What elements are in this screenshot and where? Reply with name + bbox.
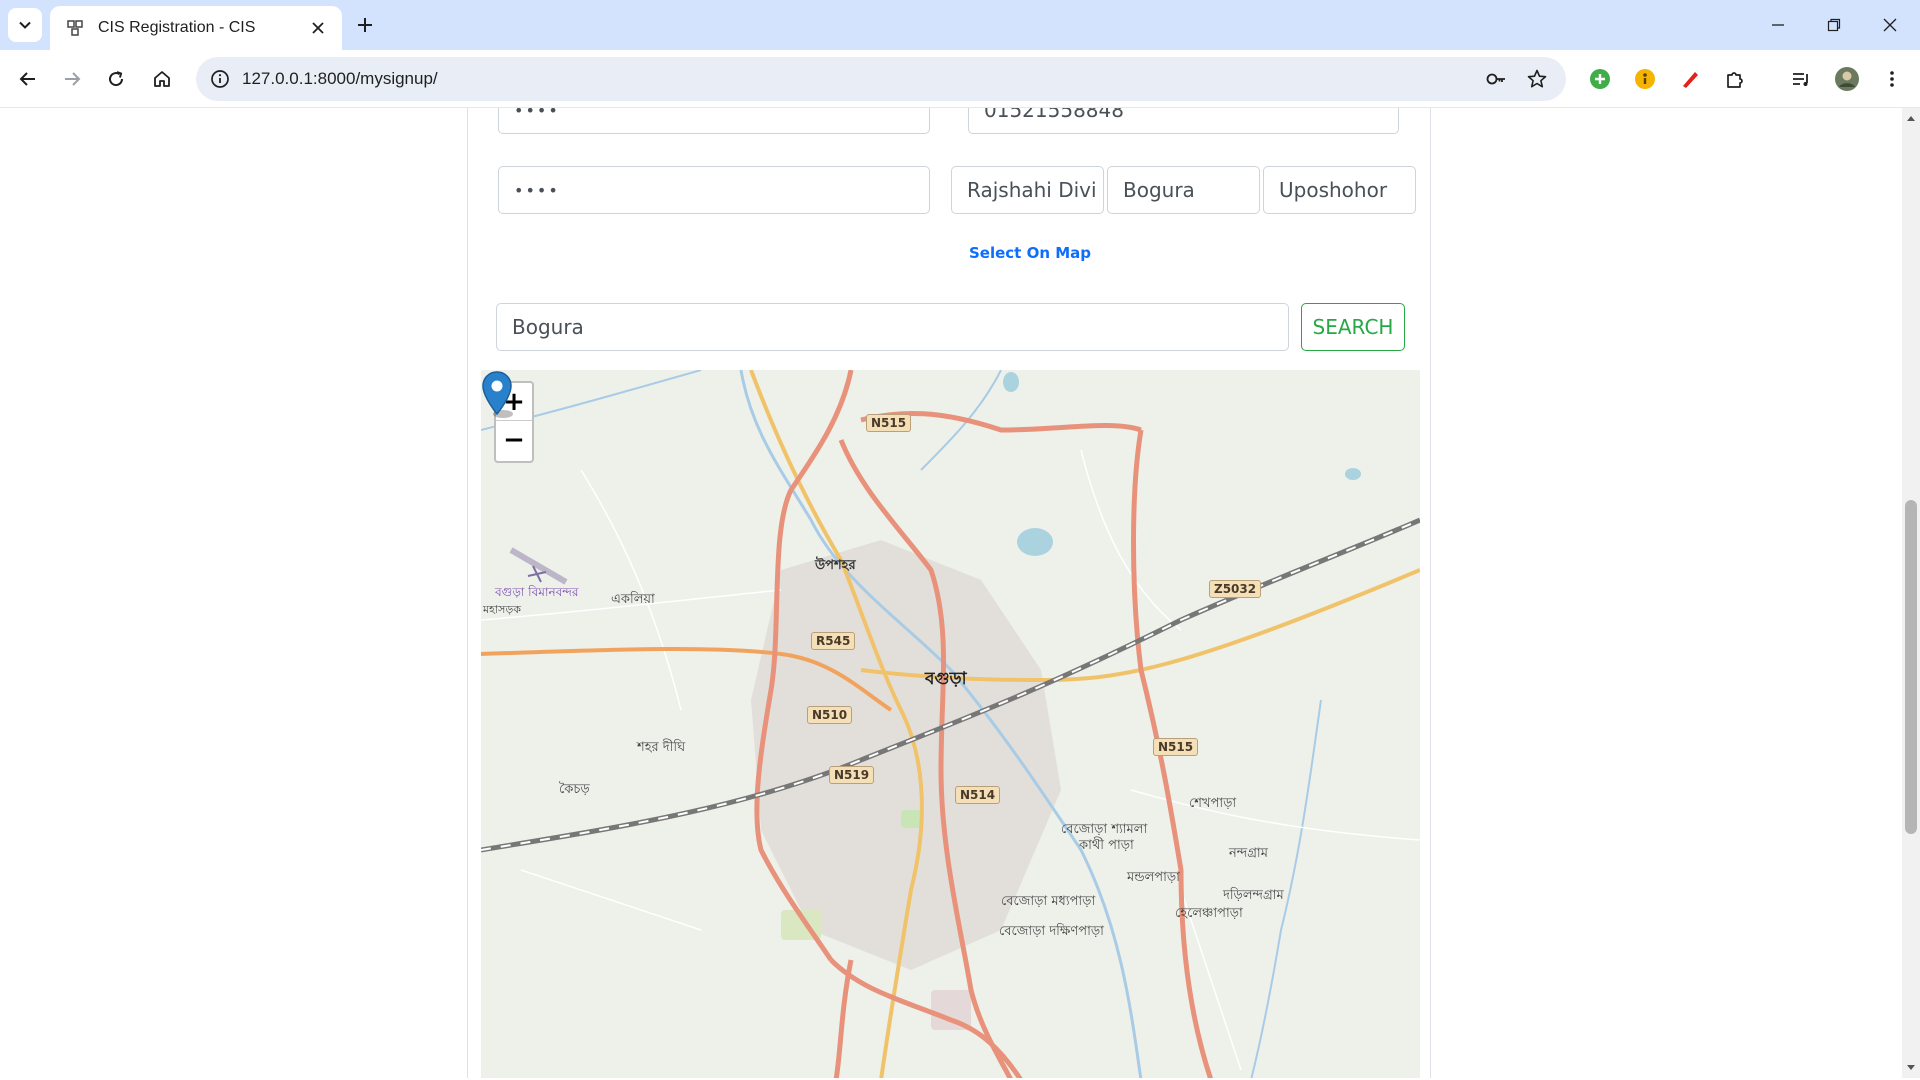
- confirm-password-field[interactable]: ••••: [498, 166, 930, 214]
- plus-icon: [358, 18, 372, 32]
- place-label: হেলেঞ্চাপাড়া: [1175, 906, 1243, 921]
- place-label: কৈচড়: [559, 782, 590, 797]
- home-button[interactable]: [144, 61, 180, 97]
- forward-button[interactable]: [54, 61, 90, 97]
- road-shield: N514: [955, 786, 1001, 804]
- profile-avatar[interactable]: [1829, 61, 1865, 97]
- address-bar[interactable]: 127.0.0.1:8000/mysignup/: [196, 57, 1566, 101]
- place-label: মহাসড়ক: [483, 603, 521, 616]
- upazila-field[interactable]: Uposhohor: [1263, 166, 1416, 214]
- scroll-up-arrow-icon[interactable]: [1905, 112, 1917, 124]
- place-label: কাথী পাড়া: [1079, 838, 1134, 853]
- site-info-icon[interactable]: [208, 67, 232, 91]
- back-button[interactable]: [10, 61, 46, 97]
- road-shield: R545: [811, 632, 856, 650]
- page-favicon-icon: [64, 17, 86, 39]
- minimize-window-button[interactable]: [1750, 0, 1806, 50]
- password-key-icon[interactable]: [1484, 67, 1508, 91]
- chevron-down-icon: [19, 21, 31, 29]
- arrow-right-icon: [65, 72, 81, 86]
- close-tab-icon[interactable]: [306, 16, 330, 40]
- active-tab[interactable]: CIS Registration - CIS: [50, 6, 342, 50]
- map-marker-icon[interactable]: [481, 370, 513, 420]
- url-text[interactable]: 127.0.0.1:8000/mysignup/: [242, 69, 438, 89]
- scrollbar-thumb[interactable]: [1905, 500, 1917, 834]
- road-shield: Z5032: [1209, 580, 1262, 598]
- place-label: মন্ডলপাড়া: [1127, 870, 1180, 885]
- close-window-button[interactable]: [1862, 0, 1918, 50]
- city-label: বগুড়া: [925, 669, 967, 689]
- home-icon: [154, 71, 170, 87]
- place-label: বেজোড়া দক্ষিণপাড়া: [999, 924, 1104, 939]
- password-field[interactable]: ••••: [498, 108, 930, 134]
- page-viewport: •••• 01521558848 •••• Rajshahi Divi Bogu…: [0, 108, 1902, 1078]
- reload-icon: [109, 71, 124, 87]
- select-on-map-link[interactable]: Select On Map: [969, 244, 1091, 262]
- phone-field[interactable]: 01521558848: [968, 108, 1399, 134]
- arrow-left-icon: [19, 72, 35, 86]
- new-tab-button[interactable]: [350, 10, 380, 40]
- bookmark-star-icon[interactable]: [1525, 67, 1549, 91]
- location-search-input[interactable]: Bogura: [496, 303, 1289, 351]
- restore-window-button[interactable]: [1806, 0, 1862, 50]
- extensions-puzzle-icon[interactable]: [1717, 61, 1753, 97]
- media-controls-icon[interactable]: [1783, 61, 1819, 97]
- place-label: একলিয়া: [611, 592, 655, 607]
- extension-green-plus-icon[interactable]: [1582, 61, 1618, 97]
- scroll-down-arrow-icon[interactable]: [1905, 1062, 1917, 1074]
- location-map[interactable]: + − N515 Z5032 R545 N510 N515 N519 N514 …: [481, 370, 1420, 1078]
- place-label: নন্দগ্রাম: [1229, 846, 1268, 861]
- browser-tab-strip: CIS Registration - CIS: [0, 0, 1920, 50]
- browser-toolbar: 127.0.0.1:8000/mysignup/: [0, 50, 1920, 108]
- extension-yellow-icon[interactable]: [1627, 61, 1663, 97]
- place-label: বেজোড়া মধ্যপাড়া: [1001, 894, 1096, 909]
- district-field[interactable]: Bogura: [1107, 166, 1260, 214]
- place-label: উপশহর: [815, 558, 856, 573]
- place-label: শহর দীঘি: [637, 740, 686, 755]
- road-shield: N515: [1153, 738, 1199, 756]
- extension-red-pen-icon[interactable]: [1672, 61, 1708, 97]
- reload-button[interactable]: [98, 61, 134, 97]
- map-tiles: [481, 370, 1420, 1078]
- road-shield: N510: [807, 706, 853, 724]
- tab-search-button[interactable]: [8, 8, 42, 42]
- zoom-out-button[interactable]: −: [496, 421, 532, 459]
- close-icon: [1883, 18, 1897, 32]
- more-vertical-icon: [1890, 71, 1894, 87]
- minimize-icon: [1772, 24, 1784, 26]
- browser-menu-button[interactable]: [1874, 61, 1910, 97]
- tab-title: CIS Registration - CIS: [98, 19, 256, 36]
- division-field[interactable]: Rajshahi Divi: [951, 166, 1104, 214]
- road-shield: N515: [866, 414, 912, 432]
- place-label: শেখপাড়া: [1189, 796, 1237, 811]
- road-shield: N519: [829, 766, 875, 784]
- page-scrollbar[interactable]: [1902, 108, 1920, 1078]
- restore-icon: [1827, 18, 1841, 32]
- search-button[interactable]: SEARCH: [1301, 303, 1405, 351]
